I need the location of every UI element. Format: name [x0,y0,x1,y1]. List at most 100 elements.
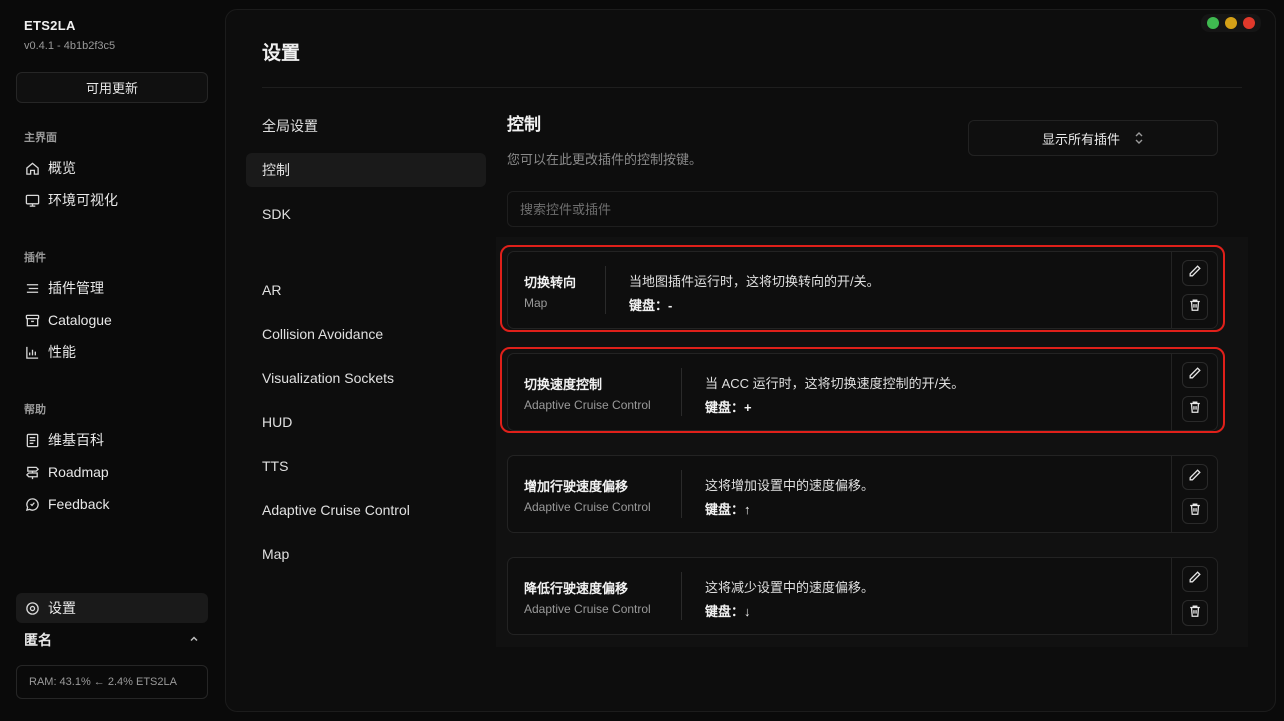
plugin-filter-select[interactable]: 显示所有插件 [968,120,1218,156]
edit-button[interactable] [1181,260,1208,286]
sidebar-item-label: 概览 [48,160,76,176]
control-actions [1171,456,1217,532]
sidebar-item-wiki[interactable]: 维基百科 [16,425,208,455]
pencil-icon [1188,570,1202,589]
sidebar-item-label: Catalogue [48,312,112,328]
home-icon [24,160,40,176]
control-keybind: 键盘：- [629,298,673,313]
control-actions [1171,558,1217,634]
control-card: 切换速度控制 Adaptive Cruise Control 当 ACC 运行时… [507,353,1218,431]
control-description: 当 ACC 运行时，这将切换速度控制的开/关。 [705,376,965,391]
edit-button[interactable] [1181,464,1208,490]
control-actions [1171,354,1217,430]
app-title: ETS2LA [24,18,76,33]
trash-icon [1188,502,1202,521]
control-card: 切换转向 Map 当地图插件运行时，这将切换转向的开/关。 键盘：- [507,251,1218,329]
filter-select-value: 显示所有插件 [1041,131,1120,147]
trash-icon [1188,604,1202,623]
sidebar-item-label: 设置 [48,600,76,616]
settings-tab-ar[interactable]: AR [246,273,486,307]
section-title: 控制 [507,115,541,134]
monitor-icon [24,192,40,208]
sidebar-item-label: 维基百科 [48,432,104,448]
control-name: 降低行驶速度偏移 [524,581,629,596]
ram-status: RAM: 43.1% ← 2.4% ETS2LA [16,665,208,699]
section-description: 您可以在此更改插件的控制按键。 [507,152,703,167]
message-icon [24,496,40,512]
sidebar-item-label: 性能 [48,344,76,360]
settings-tab-collision-avoidance[interactable]: Collision Avoidance [246,317,486,351]
pencil-icon [1188,366,1202,385]
update-available-button[interactable]: 可用更新 [16,72,208,103]
sidebar-item-label: 插件管理 [48,280,104,296]
control-name: 切换速度控制 [524,377,603,392]
edit-button[interactable] [1181,566,1208,592]
sidebar-item-catalogue[interactable]: Catalogue [16,305,208,335]
control-actions [1171,252,1217,328]
archive-icon [24,312,40,328]
settings-tab-tts[interactable]: TTS [246,449,486,483]
control-description: 这将减少设置中的速度偏移。 [705,580,875,595]
control-card: 增加行驶速度偏移 Adaptive Cruise Control 这将增加设置中… [507,455,1218,533]
settings-tab-visualization-sockets[interactable]: Visualization Sockets [246,361,486,395]
control-plugin: Adaptive Cruise Control [524,398,651,412]
sidebar-item-label: Roadmap [48,464,109,480]
sidebar-item-plugin-manager[interactable]: 插件管理 [16,273,208,303]
divider [605,266,606,314]
divider [681,572,682,620]
window-controls [1201,14,1261,32]
nav-group-main: 主界面 [24,132,57,144]
delete-button[interactable] [1181,498,1208,524]
user-name: 匿名 [24,632,52,648]
divider [681,470,682,518]
divider [681,368,682,416]
pencil-icon [1188,468,1202,487]
sidebar-item-performance[interactable]: 性能 [16,337,208,367]
delete-button[interactable] [1181,294,1208,320]
nav-group-plugins: 插件 [24,252,46,264]
edit-button[interactable] [1181,362,1208,388]
control-keybind: 键盘：↓ [705,604,751,619]
sidebar-item-visualization[interactable]: 环境可视化 [16,185,208,215]
settings-tab-global[interactable]: 全局设置 [246,109,486,143]
trash-icon [1188,400,1202,419]
window-maximize-button[interactable] [1243,17,1255,29]
settings-tab-sdk[interactable]: SDK [246,197,486,231]
gear-icon [24,600,40,616]
sidebar-item-feedback[interactable]: Feedback [16,489,208,519]
control-keybind: 键盘：+ [705,400,752,415]
sidebar: ETS2LA v0.4.1 - 4b1b2f3c5 可用更新 主界面 概览 环境… [0,0,224,721]
window-close-button[interactable] [1207,17,1219,29]
sidebar-item-roadmap[interactable]: Roadmap [16,457,208,487]
window-minimize-button[interactable] [1225,17,1237,29]
control-description: 当地图插件运行时，这将切换转向的开/关。 [629,274,880,289]
sidebar-item-overview[interactable]: 概览 [16,153,208,183]
signpost-icon [24,464,40,480]
main-panel: 设置 全局设置 控制 SDK AR Collision Avoidance Vi… [225,9,1276,712]
book-icon [24,432,40,448]
sidebar-item-settings[interactable]: 设置 [16,593,208,623]
divider [262,87,1242,88]
settings-tab-map[interactable]: Map [246,537,486,571]
control-plugin: Adaptive Cruise Control [524,602,651,616]
sidebar-item-label: Feedback [48,496,110,512]
search-input[interactable] [507,191,1218,227]
controls-list: 切换转向 Map 当地图插件运行时，这将切换转向的开/关。 键盘：- 切换速度控… [496,237,1248,647]
control-keybind: 键盘：↑ [705,502,751,517]
control-name: 增加行驶速度偏移 [524,479,629,494]
control-description: 这将增加设置中的速度偏移。 [705,478,875,493]
user-menu[interactable]: 匿名 [16,628,208,652]
nav-group-help: 帮助 [24,404,46,416]
delete-button[interactable] [1181,600,1208,626]
trash-icon [1188,298,1202,317]
delete-button[interactable] [1181,396,1208,422]
pencil-icon [1188,264,1202,283]
list-icon [24,280,40,296]
control-card: 降低行驶速度偏移 Adaptive Cruise Control 这将减少设置中… [507,557,1218,635]
settings-tab-hud[interactable]: HUD [246,405,486,439]
page-title: 设置 [262,43,301,64]
settings-tab-adaptive-cruise-control[interactable]: Adaptive Cruise Control [246,493,486,527]
sidebar-item-label: 环境可视化 [48,192,118,208]
chevron-up-icon [188,632,200,648]
settings-tab-controls[interactable]: 控制 [246,153,486,187]
